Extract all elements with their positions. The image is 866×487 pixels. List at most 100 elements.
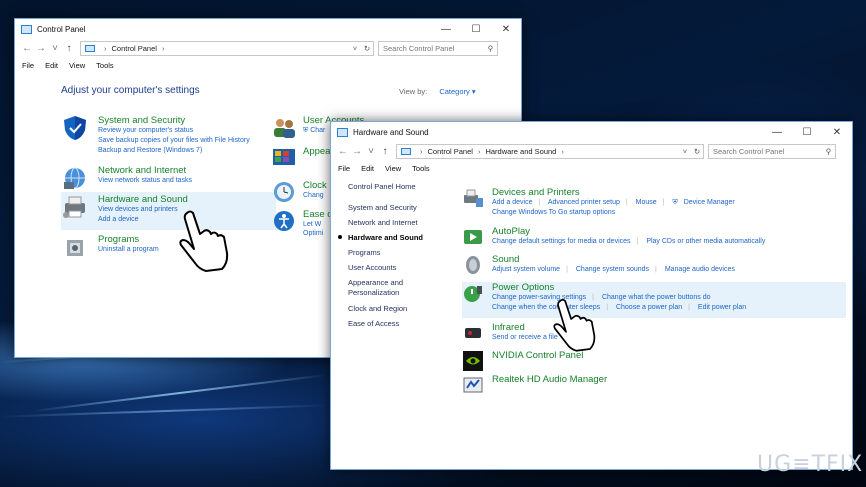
category-link[interactable]: Review your computer's status <box>98 126 250 136</box>
category-link[interactable]: Save backup copies of your files with Fi… <box>98 136 250 146</box>
sidebar-item-programs[interactable]: Programs <box>348 248 458 257</box>
menu-tools[interactable]: Tools <box>412 164 430 173</box>
section-title[interactable]: Power Options <box>492 282 752 293</box>
category-link[interactable]: Chang <box>303 191 327 200</box>
refresh-icon[interactable]: ↻ <box>691 147 703 156</box>
section-title[interactable]: AutoPlay <box>492 226 771 237</box>
watermark-logo: UG≡TFIX <box>757 452 864 477</box>
sidebar-item-ease-of-access[interactable]: Ease of Access <box>348 319 458 328</box>
category-title[interactable]: System and Security <box>98 115 250 126</box>
menu-file[interactable]: File <box>22 61 34 70</box>
battery-icon <box>464 286 482 302</box>
address-row: ← → ˅ ↑ › Control Panel › Hardware and S… <box>331 142 852 161</box>
category-title[interactable]: Appea <box>303 146 330 157</box>
breadcrumb-item[interactable]: Hardware and Sound <box>485 147 556 156</box>
section-link[interactable]: Advanced printer setup <box>548 199 620 206</box>
category-programs[interactable]: Programs Uninstall a program <box>61 234 159 260</box>
chevron-down-icon[interactable]: ˅ <box>679 147 691 156</box>
close-button[interactable]: ✕ <box>822 127 852 138</box>
category-title[interactable]: Programs <box>98 234 159 245</box>
chevron-right-icon[interactable]: › <box>478 147 481 156</box>
category-link[interactable]: Optimi <box>303 229 333 238</box>
breadcrumb-item[interactable]: Control Panel <box>428 147 473 156</box>
section-sound: Sound Adjust system volume | Change syste… <box>462 254 846 276</box>
recent-dropdown-icon[interactable]: ˅ <box>364 146 378 157</box>
close-button[interactable]: ✕ <box>491 24 521 35</box>
up-arrow-icon[interactable]: ↑ <box>62 43 76 54</box>
recent-dropdown-icon[interactable]: ˅ <box>48 43 62 54</box>
search-icon[interactable]: ⚲ <box>484 44 497 53</box>
menu-tools[interactable]: Tools <box>96 61 114 70</box>
maximize-button[interactable]: ☐ <box>461 24 491 35</box>
section-link[interactable]: Mouse <box>636 199 657 206</box>
search-input[interactable]: Search Control Panel ⚲ <box>378 41 498 56</box>
category-title[interactable]: Hardware and Sound <box>98 194 188 205</box>
category-link[interactable]: Let W <box>303 220 333 229</box>
sidebar-item-clock-region[interactable]: Clock and Region <box>348 304 458 313</box>
section-link[interactable]: Edit power plan <box>698 304 746 311</box>
category-title[interactable]: Clock <box>303 180 327 191</box>
section-title[interactable]: Realtek HD Audio Manager <box>492 374 607 385</box>
section-link[interactable]: Change what the power buttons do <box>602 294 711 301</box>
chevron-right-icon[interactable]: › <box>104 44 107 53</box>
category-hardware-sound[interactable]: Hardware and Sound View devices and prin… <box>61 194 188 225</box>
category-link[interactable]: View network status and tasks <box>98 176 192 186</box>
title-bar: Control Panel — ☐ ✕ <box>15 19 521 39</box>
category-link[interactable]: Backup and Restore (Windows 7) <box>98 146 250 156</box>
section-link[interactable]: Adjust system volume <box>492 266 560 273</box>
section-link[interactable]: Manage audio devices <box>665 266 735 273</box>
chevron-right-icon[interactable]: › <box>420 147 423 156</box>
section-power-options: Power Options Change power-saving settin… <box>462 282 846 318</box>
chevron-right-icon[interactable]: › <box>162 44 165 53</box>
refresh-icon[interactable]: ↻ <box>361 44 373 53</box>
minimize-button[interactable]: — <box>762 127 792 138</box>
section-title[interactable]: Devices and Printers <box>492 187 741 198</box>
breadcrumb-item[interactable]: Control Panel <box>112 44 157 53</box>
address-bar[interactable]: › Control Panel › Hardware and Sound › ˅… <box>396 144 704 159</box>
section-link[interactable]: Change system sounds <box>576 266 649 273</box>
hardware-sound-icon <box>401 148 411 155</box>
section-link[interactable]: Device Manager <box>684 199 735 206</box>
category-ease-of-access[interactable]: Ease o Let W Optimi <box>271 209 333 238</box>
chevron-down-icon[interactable]: ˅ <box>349 44 361 53</box>
category-title[interactable]: Network and Internet <box>98 165 192 176</box>
maximize-button[interactable]: ☐ <box>792 127 822 138</box>
control-panel-icon <box>85 45 95 52</box>
category-appearance[interactable]: Appea <box>271 146 330 170</box>
sidebar-item-appearance[interactable]: Appearance and Personalization <box>348 278 418 298</box>
menu-file[interactable]: File <box>338 164 350 173</box>
search-icon[interactable]: ⚲ <box>822 147 835 156</box>
category-system-security[interactable]: System and Security Review your computer… <box>61 115 250 156</box>
sidebar-item-user-accounts[interactable]: User Accounts <box>348 263 458 272</box>
menu-view[interactable]: View <box>69 61 85 70</box>
section-link[interactable]: Change Windows To Go startup options <box>492 209 615 216</box>
sidebar-item-network[interactable]: Network and Internet <box>348 218 458 227</box>
view-by-dropdown[interactable]: Category ▾ <box>439 87 475 96</box>
section-link[interactable]: Play CDs or other media automatically <box>646 238 765 245</box>
category-network-internet[interactable]: Network and Internet View network status… <box>61 165 192 191</box>
menu-edit[interactable]: Edit <box>361 164 374 173</box>
category-clock[interactable]: Clock Chang <box>271 180 327 204</box>
appearance-icon <box>273 149 295 165</box>
chevron-right-icon[interactable]: › <box>561 147 564 156</box>
sidebar-item-hardware-sound[interactable]: Hardware and Sound <box>338 233 458 242</box>
menu-edit[interactable]: Edit <box>45 61 58 70</box>
users-icon <box>274 119 295 138</box>
address-bar[interactable]: › Control Panel › ˅ ↻ <box>80 41 374 56</box>
section-link[interactable]: Change default settings for media or dev… <box>492 238 631 245</box>
section-link[interactable]: Add a device <box>492 199 532 206</box>
section-link[interactable]: Choose a power plan <box>616 304 682 311</box>
section-title[interactable]: Sound <box>492 254 741 265</box>
sidebar-item-home[interactable]: Control Panel Home <box>348 182 458 191</box>
sidebar-item-system-security[interactable]: System and Security <box>348 203 458 212</box>
menu-view[interactable]: View <box>385 164 401 173</box>
back-arrow-icon[interactable]: ← <box>20 43 34 54</box>
search-input[interactable]: Search Control Panel ⚲ <box>708 144 836 159</box>
minimize-button[interactable]: — <box>431 24 461 35</box>
category-link[interactable]: Uninstall a program <box>98 245 159 255</box>
up-arrow-icon[interactable]: ↑ <box>378 146 392 157</box>
back-arrow-icon[interactable]: ← <box>336 146 350 157</box>
category-title[interactable]: Ease o <box>303 209 333 220</box>
forward-arrow-icon[interactable]: → <box>350 146 364 157</box>
forward-arrow-icon[interactable]: → <box>34 43 48 54</box>
